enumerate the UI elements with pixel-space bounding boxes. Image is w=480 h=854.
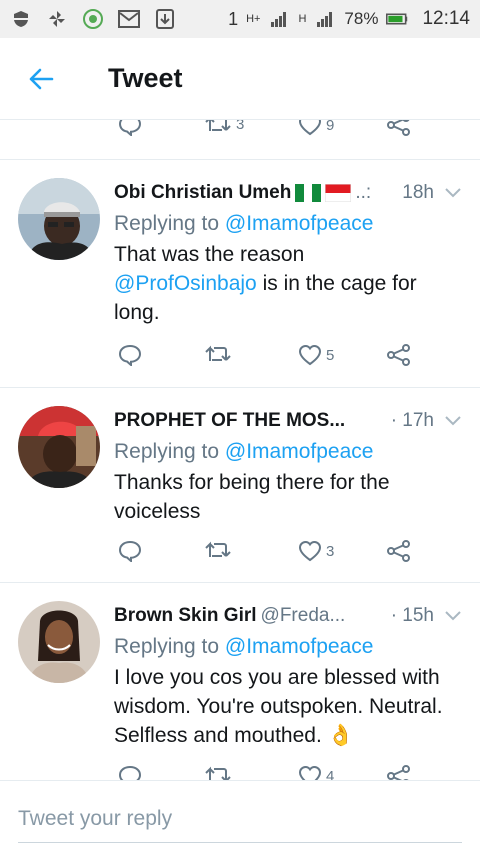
- share-icon: [387, 344, 410, 366]
- like-count: 9: [326, 120, 335, 134]
- signal-indicator: 1: [228, 8, 239, 29]
- share-button[interactable]: [386, 120, 412, 136]
- like-count: 4: [326, 767, 335, 781]
- reply-feed[interactable]: 3 9 Obi Christian Umeh ..: 18h Replying …: [0, 120, 480, 780]
- comment-icon: [118, 540, 142, 562]
- retweet-button[interactable]: [204, 765, 232, 780]
- main-tweet-actions: 3 9: [0, 120, 480, 160]
- share-button[interactable]: [386, 344, 412, 366]
- comment-icon: [118, 120, 142, 136]
- avatar[interactable]: [18, 406, 100, 488]
- replying-to-label: Replying to: [114, 440, 220, 463]
- mention-link[interactable]: @ProfOsinbajo: [114, 272, 257, 295]
- heart-icon: [298, 344, 322, 366]
- reply-button[interactable]: [118, 344, 142, 366]
- nigeria-flag-icon: [295, 184, 322, 202]
- retweet-icon: [205, 345, 231, 361]
- share-icon: [387, 540, 410, 562]
- tweet-item[interactable]: PROPHET OF THE MOS... · 17h Replying to …: [0, 388, 480, 583]
- like-button[interactable]: 4: [298, 765, 334, 780]
- download-icon: [154, 8, 176, 30]
- tweet-item[interactable]: Brown Skin Girl @Freda... · 15h Replying…: [0, 583, 480, 780]
- like-count: 5: [326, 346, 335, 364]
- like-button[interactable]: 9: [298, 120, 334, 136]
- tweet-item[interactable]: Obi Christian Umeh ..: 18h Replying to @…: [0, 160, 480, 388]
- chevron-down-icon[interactable]: [444, 607, 462, 625]
- reply-input[interactable]: Tweet your reply: [18, 801, 462, 843]
- author-handle: ..:: [355, 182, 372, 203]
- author-name[interactable]: Brown Skin Girl: [114, 605, 257, 627]
- share-button[interactable]: [386, 540, 412, 562]
- comment-icon: [118, 344, 142, 366]
- like-button[interactable]: 5: [298, 344, 334, 366]
- author-name[interactable]: Obi Christian Umeh: [114, 182, 291, 204]
- battery-icon: [386, 8, 408, 30]
- signal-bars-2-icon: [314, 8, 336, 30]
- pinwheel-icon: [46, 8, 68, 30]
- page-title: Tweet: [108, 63, 183, 93]
- retweet-icon: [205, 766, 231, 780]
- share-icon: [387, 120, 410, 136]
- chevron-down-icon[interactable]: [444, 412, 462, 430]
- ok-hand-emoji: 👌: [327, 724, 354, 747]
- chevron-down-icon[interactable]: [444, 184, 462, 202]
- replying-to: Replying to @Imamofpeace: [114, 210, 462, 238]
- network-type-2: H: [298, 13, 307, 25]
- status-bar: 1 H+ H 78% 12:14: [0, 0, 480, 38]
- back-button[interactable]: [0, 38, 82, 120]
- retweet-icon: [205, 120, 231, 131]
- tweet-actions: 3: [0, 534, 480, 574]
- heart-icon: [298, 765, 322, 780]
- tweet-text: I love you cos you are blessed with wisd…: [114, 663, 462, 750]
- retweet-button[interactable]: 3: [204, 120, 244, 134]
- network-type-1: H+: [246, 13, 261, 25]
- avatar[interactable]: [18, 178, 100, 260]
- tweet-time: 18h: [402, 182, 434, 203]
- indonesia-flag-icon: [324, 183, 352, 203]
- tweet-text: Thanks for being there for the voiceless: [114, 471, 390, 523]
- tweet-time: · 15h: [390, 605, 434, 626]
- like-button[interactable]: 3: [298, 540, 334, 562]
- gmail-icon: [118, 8, 140, 30]
- replying-to-label: Replying to: [114, 635, 220, 658]
- app-bar: Tweet: [0, 38, 480, 120]
- replying-to: Replying to @Imamofpeace: [114, 438, 462, 466]
- retweet-button[interactable]: [204, 344, 232, 364]
- reply-button[interactable]: [118, 120, 142, 136]
- reply-button[interactable]: [118, 540, 142, 562]
- tweet-text: That was the reason @ProfOsinbajo is in …: [114, 240, 462, 327]
- tweet-actions: 4: [0, 759, 480, 780]
- replying-to: Replying to @Imamofpeace: [114, 633, 462, 661]
- share-button[interactable]: [386, 765, 412, 780]
- retweet-button[interactable]: [204, 540, 232, 560]
- shield-icon: [10, 8, 32, 30]
- retweet-count: 3: [236, 120, 245, 133]
- tweet-text-part1: That was the reason: [114, 243, 305, 266]
- heart-icon: [298, 120, 322, 136]
- heart-icon: [298, 540, 322, 562]
- reply-mention-link[interactable]: @Imamofpeace: [225, 635, 374, 658]
- comment-icon: [118, 765, 142, 780]
- author-name[interactable]: PROPHET OF THE MOS...: [114, 410, 345, 432]
- retweet-icon: [205, 541, 231, 557]
- reply-button[interactable]: [118, 765, 142, 780]
- tweet-actions: 5: [0, 336, 480, 376]
- share-icon: [387, 765, 410, 780]
- like-count: 3: [326, 542, 335, 560]
- replying-to-label: Replying to: [114, 212, 220, 235]
- tweet-text-body: I love you cos you are blessed with wisd…: [114, 666, 443, 747]
- signal-bars-icon: [268, 8, 290, 30]
- author-handle: @Freda...: [260, 605, 346, 626]
- circle-app-icon: [82, 8, 104, 30]
- clock: 12:14: [422, 8, 470, 29]
- back-arrow-icon: [29, 68, 54, 89]
- avatar[interactable]: [18, 601, 100, 683]
- reply-composer: Tweet your reply: [0, 780, 480, 854]
- reply-mention-link[interactable]: @Imamofpeace: [225, 212, 374, 235]
- battery-percent: 78%: [344, 9, 379, 28]
- reply-mention-link[interactable]: @Imamofpeace: [225, 440, 374, 463]
- tweet-time: · 17h: [390, 410, 434, 431]
